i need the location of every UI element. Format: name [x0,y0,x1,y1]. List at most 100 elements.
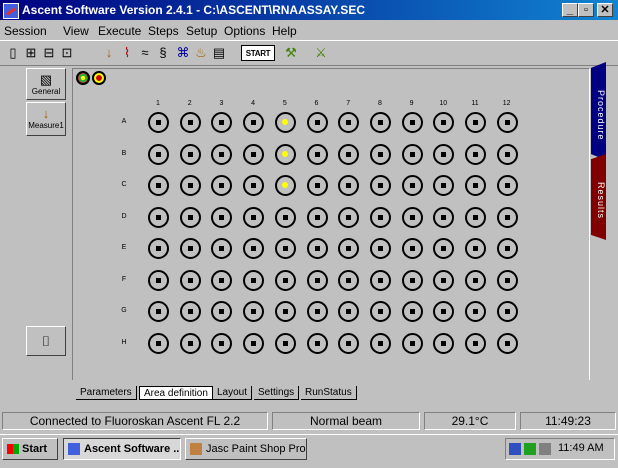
well-E11[interactable] [465,238,486,259]
well-D3[interactable] [211,206,233,228]
well-D11[interactable] [465,206,486,228]
maximize-button[interactable]: ▫ [578,3,594,17]
well-H8[interactable] [369,332,391,354]
well-E10[interactable] [433,238,455,259]
well-H4[interactable] [243,332,265,354]
well-H7[interactable] [338,332,360,354]
plate-view-icon[interactable]: ⊡ [58,44,76,62]
column-header-5[interactable]: 5 [275,100,295,107]
well-G7[interactable] [338,301,360,322]
well-D7[interactable] [338,206,360,228]
well-A8[interactable] [369,112,391,133]
well-H5[interactable] [274,332,296,354]
well-B10[interactable] [433,143,455,165]
well-A3[interactable] [211,112,233,133]
well-F2[interactable] [179,269,201,291]
well-H11[interactable] [465,332,486,354]
well-F5[interactable] [274,269,296,291]
well-F10[interactable] [433,269,455,291]
row-header-D[interactable]: D [119,213,129,220]
tab-area-definition[interactable]: Area definition [139,386,213,400]
open-session-icon[interactable]: ▯ [4,44,22,62]
well-D4[interactable] [243,206,265,228]
well-A1[interactable] [148,112,169,133]
well-D9[interactable] [401,206,423,228]
row-header-G[interactable]: G [119,307,129,314]
well-C11[interactable] [465,175,486,196]
well-F3[interactable] [211,269,233,291]
well-E2[interactable] [179,238,201,259]
stop-icon[interactable]: ⚔ [312,44,330,62]
plate-icon[interactable]: ⊞ [22,44,40,62]
column-header-3[interactable]: 3 [211,100,231,107]
well-B6[interactable] [306,143,328,165]
tab-parameters[interactable]: Parameters [76,386,137,400]
well-F11[interactable] [465,269,486,291]
well-G2[interactable] [179,301,201,322]
tab-procedure[interactable]: Procedure [591,62,606,160]
menu-help[interactable]: Help [272,24,297,38]
well-F12[interactable] [496,269,518,291]
app-icon[interactable] [3,3,19,19]
well-F6[interactable] [306,269,328,291]
column-header-1[interactable]: 1 [148,100,168,107]
row-header-E[interactable]: E [119,244,129,251]
well-G6[interactable] [306,301,328,322]
column-header-12[interactable]: 12 [497,100,517,107]
shake-step-icon[interactable]: ≈ [136,44,154,62]
column-header-9[interactable]: 9 [402,100,422,107]
well-C9[interactable] [401,175,423,196]
well-H1[interactable] [148,332,169,354]
well-F1[interactable] [148,269,169,291]
well-D1[interactable] [148,206,169,228]
volume-icon[interactable] [539,443,551,455]
well-B12[interactable] [496,143,518,165]
column-header-10[interactable]: 10 [433,100,453,107]
well-B11[interactable] [465,143,486,165]
row-header-H[interactable]: H [119,339,129,346]
start-button[interactable]: START [241,45,275,61]
tab-layout[interactable]: Layout [213,386,253,400]
well-A5[interactable] [274,112,296,133]
well-D8[interactable] [369,206,391,228]
well-H3[interactable] [211,332,233,354]
well-G11[interactable] [465,301,486,322]
well-D6[interactable] [306,206,328,228]
plate-color-icon[interactable] [92,71,106,85]
scheduler-icon[interactable] [524,443,536,455]
well-F4[interactable] [243,269,265,291]
row-header-F[interactable]: F [119,276,129,283]
well-D5[interactable] [274,206,296,228]
menu-view[interactable]: View [63,24,89,38]
well-H10[interactable] [433,332,455,354]
well-E5[interactable] [274,238,296,259]
measure-step-icon[interactable]: ↓ [100,44,118,62]
well-G5[interactable] [274,301,296,322]
taskbar-paintshop-button[interactable]: Jasc Paint Shop Pro... [185,438,307,460]
well-E6[interactable] [306,238,328,259]
well-A6[interactable] [306,112,328,133]
well-G12[interactable] [496,301,518,322]
well-E1[interactable] [148,238,169,259]
well-E12[interactable] [496,238,518,259]
well-E9[interactable] [401,238,423,259]
well-B5[interactable] [274,143,296,165]
well-F7[interactable] [338,269,360,291]
well-B1[interactable] [148,143,169,165]
incubate-step-icon[interactable]: § [154,44,172,62]
well-H2[interactable] [179,332,201,354]
well-H12[interactable] [496,332,518,354]
instrument-icon[interactable]: ⚒ [282,44,300,62]
well-B8[interactable] [369,143,391,165]
start-menu-button[interactable]: Start [2,438,58,460]
well-A9[interactable] [401,112,423,133]
dispense-step-icon[interactable]: ⌇ [118,44,136,62]
column-header-11[interactable]: 11 [465,100,485,107]
well-C12[interactable] [496,175,518,196]
column-header-4[interactable]: 4 [243,100,263,107]
well-G10[interactable] [433,301,455,322]
row-header-B[interactable]: B [119,150,129,157]
well-F9[interactable] [401,269,423,291]
plate-select-icon[interactable] [76,71,90,85]
well-C1[interactable] [148,175,169,196]
